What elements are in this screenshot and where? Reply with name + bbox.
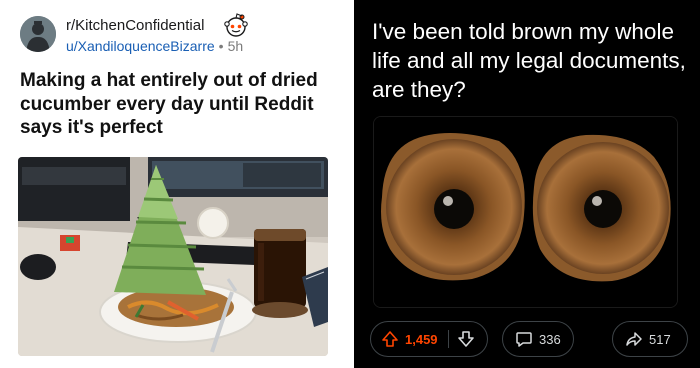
left-eye [381, 133, 525, 281]
comments-button[interactable]: 336 [502, 321, 574, 357]
meta-separator: • [218, 38, 224, 54]
post-title[interactable]: Making a hat entirely out of dried cucum… [20, 69, 340, 140]
vote-pill: 1,459 [370, 321, 488, 357]
username-link[interactable]: u/XandiloquenceBizarre [66, 38, 215, 54]
share-button[interactable]: 517 [612, 321, 688, 357]
comment-icon [515, 330, 533, 348]
post-title[interactable]: I've been told brown my whole life and a… [372, 17, 692, 104]
post-age: 5h [227, 38, 244, 54]
cucumber-hat-plate-photo[interactable] [18, 157, 328, 356]
left-panel: r/KitchenConfidential u/XandiloquenceBiz… [0, 0, 350, 368]
right-panel: I've been told brown my whole life and a… [354, 0, 700, 368]
reddit-snoo-icon [224, 13, 248, 37]
two-brown-eyes-image[interactable] [373, 116, 678, 308]
subreddit-name[interactable]: r/KitchenConfidential [66, 17, 204, 34]
vote-divider [447, 330, 449, 348]
upvote-icon[interactable] [381, 330, 399, 348]
share-icon [625, 330, 643, 348]
right-eye [532, 134, 671, 282]
downvote-icon[interactable] [457, 330, 475, 348]
user-avatar[interactable] [20, 16, 56, 52]
share-count: 517 [649, 331, 671, 347]
comment-count: 336 [539, 331, 561, 347]
post-meta: u/XandiloquenceBizarre • 5h [66, 38, 243, 54]
upvote-count: 1,459 [405, 331, 438, 347]
